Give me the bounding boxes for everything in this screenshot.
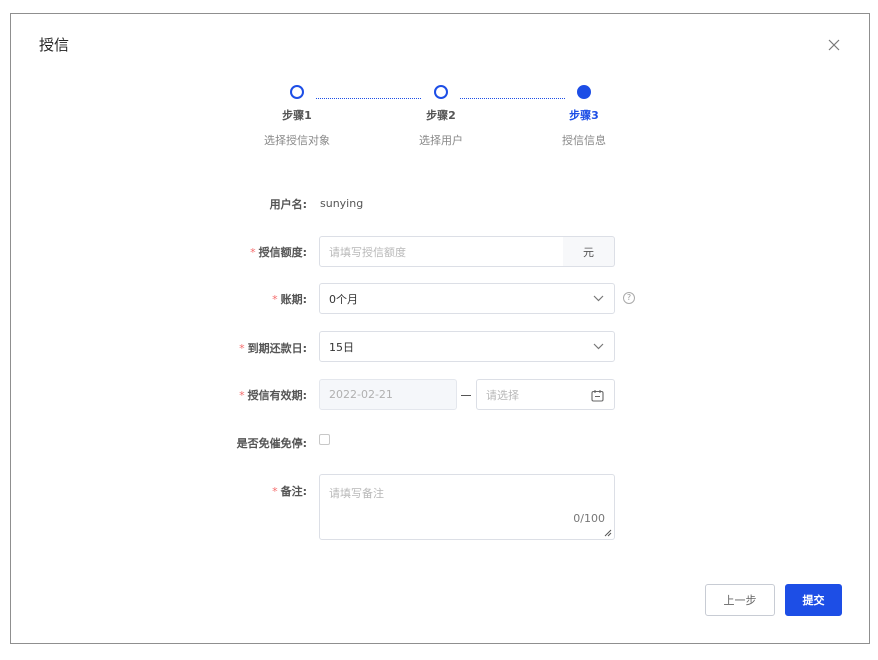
- remark-label: * 备注:: [272, 485, 307, 498]
- exempt-label: 是否免催免停:: [236, 437, 307, 450]
- resize-grip-icon[interactable]: [604, 529, 612, 537]
- validity-start-input: 2022-02-21: [319, 379, 457, 410]
- term-select[interactable]: 0个月: [319, 283, 615, 314]
- remark-char-count: 0/100: [573, 512, 605, 525]
- remark-textarea[interactable]: 请填写备注 0/100: [319, 474, 615, 540]
- credit-amount-unit: 元: [563, 236, 615, 267]
- due-day-select[interactable]: 15日: [319, 331, 615, 362]
- validity-label: * 授信有效期:: [239, 389, 307, 402]
- step-2: 步骤2 选择用户: [391, 85, 491, 148]
- close-icon[interactable]: [827, 38, 841, 52]
- step-2-desc: 选择用户: [419, 134, 463, 147]
- range-separator: [461, 395, 471, 396]
- step-3-indicator: [577, 85, 591, 99]
- credit-dialog: 授信 步骤1 选择授信对象 步骤2 选择用户 步骤3 授信信息 用户名: sun…: [10, 13, 870, 644]
- dialog-title: 授信: [39, 36, 70, 54]
- username-label: 用户名:: [269, 198, 307, 211]
- step-1-name: 步骤1: [282, 109, 312, 122]
- validity-end-input[interactable]: 请选择: [476, 379, 615, 410]
- username-value: sunying: [320, 197, 364, 210]
- chevron-down-icon: [593, 343, 604, 349]
- step-1-desc: 选择授信对象: [264, 134, 330, 147]
- step-3-name: 步骤3: [569, 109, 599, 122]
- credit-amount-label: * 授信额度:: [250, 246, 307, 259]
- exempt-checkbox[interactable]: [319, 434, 330, 445]
- term-label: * 账期:: [272, 293, 307, 306]
- credit-amount-input[interactable]: 请填写授信额度: [319, 236, 564, 267]
- question-circle-icon[interactable]: ?: [623, 292, 635, 304]
- step-3: 步骤3 授信信息: [534, 85, 634, 148]
- step-2-indicator: [434, 85, 448, 99]
- chevron-down-icon: [593, 295, 604, 301]
- remark-placeholder: 请填写备注: [329, 487, 384, 500]
- step-2-name: 步骤2: [426, 109, 456, 122]
- step-3-desc: 授信信息: [562, 134, 606, 147]
- submit-button[interactable]: 提交: [785, 584, 842, 616]
- step-1-indicator: [290, 85, 304, 99]
- step-1: 步骤1 选择授信对象: [247, 85, 347, 148]
- due-day-label: * 到期还款日:: [239, 342, 307, 355]
- prev-step-button[interactable]: 上一步: [705, 584, 775, 616]
- calendar-icon[interactable]: [591, 389, 604, 402]
